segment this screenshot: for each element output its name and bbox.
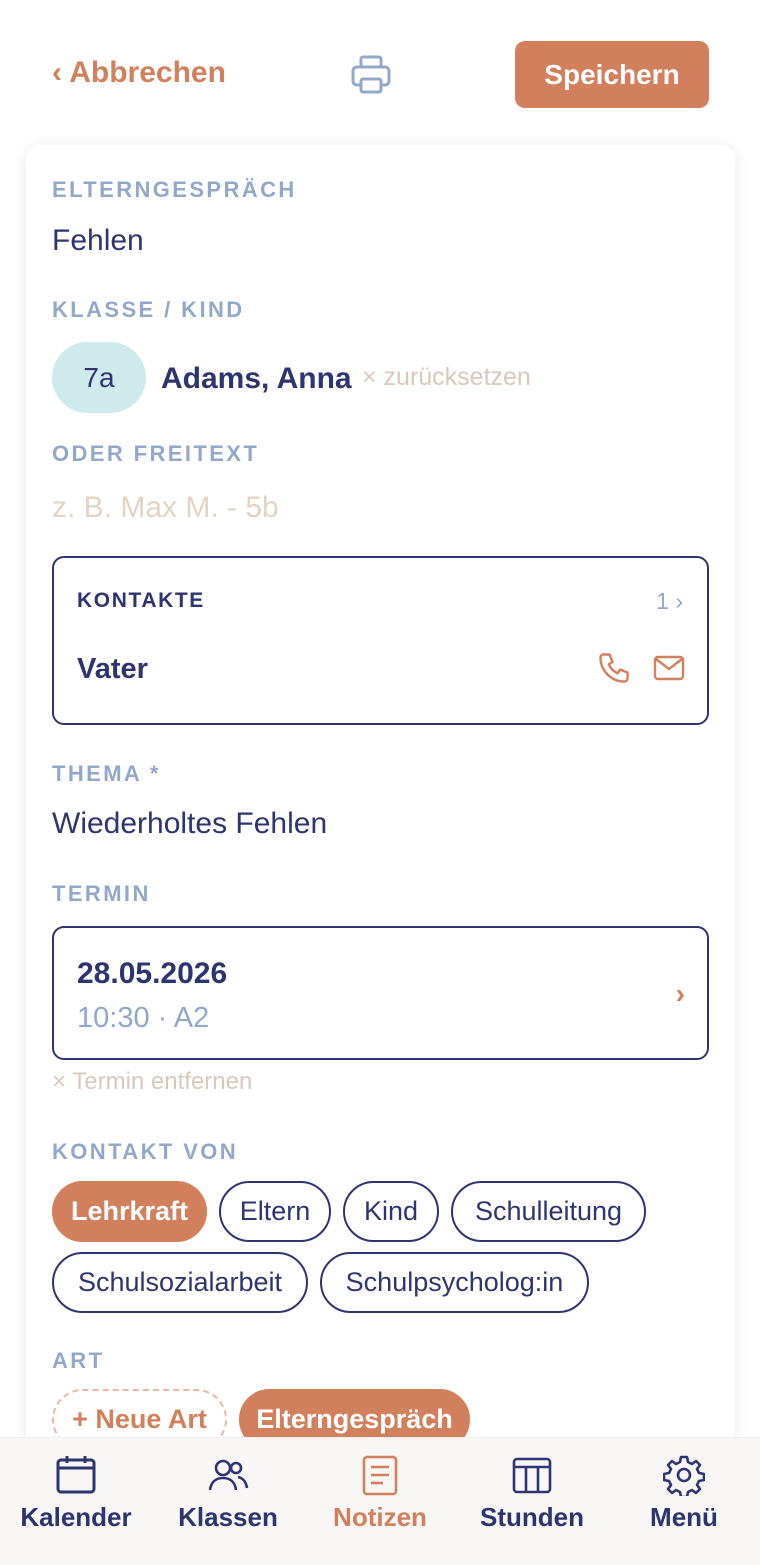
save-button[interactable]: Speichern [515,41,709,108]
phone-icon[interactable] [596,650,632,686]
contacts-count[interactable]: 1 › [656,588,683,615]
printer-icon[interactable] [348,52,394,98]
topic-value[interactable]: Wiederholtes Fehlen [52,807,327,841]
nav-menue[interactable]: Menü [608,1438,760,1548]
freetext-label: ODER FREITEXT [52,441,260,466]
contact-name: Vater [77,653,148,685]
type-label: ELTERNGESPRÄCH [52,177,297,202]
chip-lehrkraft[interactable]: Lehrkraft [52,1181,207,1242]
mail-icon[interactable] [652,652,686,684]
chip-eltern[interactable]: Eltern [219,1181,331,1242]
chip-schulsozialarbeit[interactable]: Schulsozialarbeit [52,1252,308,1313]
people-icon [208,1459,249,1491]
nav-label: Kalender [20,1502,132,1532]
topic-label: THEMA * [52,761,161,786]
nav-kalender[interactable]: Kalender [0,1438,152,1548]
notes-icon [362,1455,398,1496]
nav-label: Notizen [333,1502,427,1532]
contacts-box[interactable]: KONTAKTE 1 › Vater [52,556,709,725]
top-bar: ‹ Abbrechen Speichern [0,0,760,145]
freetext-input[interactable] [52,488,708,528]
bottom-nav: Kalender Klassen Notizen Stunden Menü [0,1437,760,1565]
appointment-date: 28.05.2026 [77,957,228,990]
timetable-icon [512,1457,552,1494]
contacts-title: KONTAKTE [77,589,205,612]
class-badge[interactable]: 7a [52,342,146,413]
chip-schulpsychologin[interactable]: Schulpsycholog:in [320,1252,589,1313]
nav-notizen[interactable]: Notizen [304,1438,456,1548]
kind-label: ART [52,1348,105,1373]
calendar-icon [56,1456,96,1494]
nav-label: Menü [650,1502,718,1532]
nav-stunden[interactable]: Stunden [456,1438,608,1548]
chevron-right-icon: › [675,978,685,1009]
gear-icon [663,1455,705,1496]
appointment-label: TERMIN [52,881,151,906]
chip-kind[interactable]: Kind [343,1181,439,1242]
class-child-label: KLASSE / KIND [52,297,245,322]
nav-label: Stunden [480,1502,584,1532]
contact-from-label: KONTAKT VON [52,1139,239,1164]
cancel-button[interactable]: ‹ Abbrechen [52,56,226,90]
remove-appointment-link[interactable]: × Termin entfernen [52,1068,252,1096]
reset-child-link[interactable]: × zurücksetzen [362,363,531,392]
chip-schulleitung[interactable]: Schulleitung [451,1181,646,1242]
type-value[interactable]: Fehlen [52,224,144,258]
appointment-box[interactable]: 28.05.2026 10:30 · A2 › [52,926,709,1060]
child-name[interactable]: Adams, Anna [161,362,352,396]
nav-klassen[interactable]: Klassen [152,1438,304,1548]
nav-label: Klassen [178,1502,278,1532]
appointment-details: 10:30 · A2 [77,1002,210,1034]
